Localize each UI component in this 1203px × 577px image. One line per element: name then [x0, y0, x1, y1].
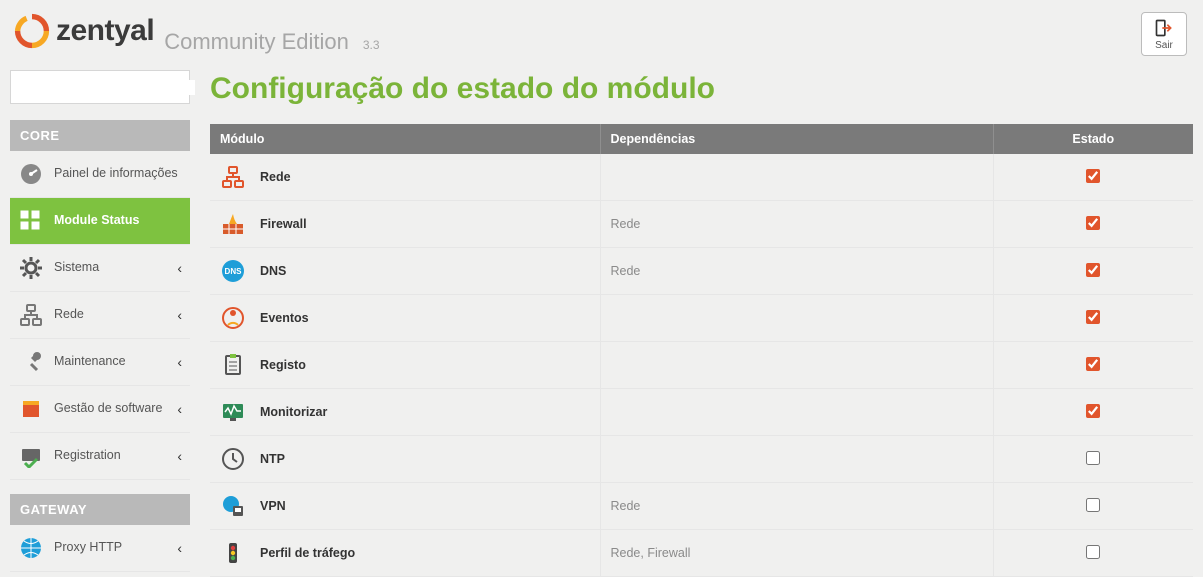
zentyal-logo-icon	[14, 13, 50, 49]
module-enable-checkbox[interactable]	[1086, 451, 1100, 465]
sidebar-item-label: Painel de informações	[54, 166, 178, 182]
sidebar-item-label: Maintenance	[54, 354, 126, 370]
module-name: Monitorizar	[260, 405, 327, 419]
package-icon	[18, 396, 44, 422]
module-enable-checkbox[interactable]	[1086, 310, 1100, 324]
brand-logo: zentyal	[14, 13, 154, 49]
sidebar-item-label: Sistema	[54, 260, 99, 276]
dns-icon	[220, 258, 246, 284]
gear-icon	[18, 255, 44, 281]
sidebar-item[interactable]: Painel de informações	[10, 151, 190, 198]
sidebar-item[interactable]: Gestão de software	[10, 386, 190, 433]
sidebar-item[interactable]: Sistema	[10, 245, 190, 292]
clock-icon	[220, 446, 246, 472]
module-enable-checkbox[interactable]	[1086, 545, 1100, 559]
globe-icon	[18, 535, 44, 561]
table-row: Monitorizar	[210, 389, 1193, 436]
logout-button[interactable]: Sair	[1141, 12, 1187, 56]
search-input[interactable]	[19, 80, 195, 95]
module-enable-checkbox[interactable]	[1086, 263, 1100, 277]
brand-name: zentyal	[56, 14, 154, 48]
gauge-icon	[18, 161, 44, 187]
sidebar-item-label: Proxy HTTP	[54, 540, 122, 556]
sidebar-item[interactable]: Proxy HTTP	[10, 525, 190, 572]
logout-label: Sair	[1155, 40, 1173, 51]
module-name: Firewall	[260, 217, 307, 231]
modules-table: Módulo Dependências Estado Rede Firewall R…	[210, 124, 1193, 577]
module-name: DNS	[260, 264, 286, 278]
network-icon	[18, 302, 44, 328]
table-row: NTP	[210, 436, 1193, 483]
table-row: Perfil de tráfego Rede, Firewall	[210, 530, 1193, 577]
topbar: zentyal Community Edition 3.3 Sair	[0, 0, 1203, 64]
tools-icon	[18, 349, 44, 375]
sidebar: CORE Painel de informações Module Status Si…	[10, 70, 190, 577]
module-enable-checkbox[interactable]	[1086, 216, 1100, 230]
module-name: Registo	[260, 358, 306, 372]
network-icon	[220, 164, 246, 190]
sidebar-item[interactable]: Maintenance	[10, 339, 190, 386]
module-deps	[600, 389, 993, 436]
sidebar-section-header: GATEWAY	[10, 494, 190, 525]
brand-version: 3.3	[363, 38, 380, 52]
brand: zentyal Community Edition 3.3	[14, 13, 380, 55]
sidebar-item-label: Rede	[54, 307, 84, 323]
grid-icon	[18, 208, 44, 234]
module-enable-checkbox[interactable]	[1086, 169, 1100, 183]
table-row: Rede	[210, 154, 1193, 201]
brand-subtitle: Community Edition	[164, 29, 349, 55]
module-enable-checkbox[interactable]	[1086, 498, 1100, 512]
search-box[interactable]	[10, 70, 190, 104]
sidebar-item-label: Module Status	[54, 213, 139, 229]
sidebar-item[interactable]: Module Status	[10, 198, 190, 245]
module-name: VPN	[260, 499, 286, 513]
logout-icon	[1153, 18, 1175, 38]
col-module-header: Módulo	[210, 124, 600, 154]
table-row: Firewall Rede	[210, 201, 1193, 248]
sidebar-item[interactable]: Registration	[10, 433, 190, 480]
monitor-icon	[220, 399, 246, 425]
module-deps: Rede, Firewall	[600, 530, 993, 577]
module-deps: Rede	[600, 483, 993, 530]
module-name: Perfil de tráfego	[260, 546, 355, 560]
col-state-header: Estado	[993, 124, 1193, 154]
events-icon	[220, 305, 246, 331]
module-deps	[600, 342, 993, 389]
module-enable-checkbox[interactable]	[1086, 357, 1100, 371]
module-name: Rede	[260, 170, 291, 184]
sidebar-item-label: Gestão de software	[54, 401, 162, 417]
table-row: DNS Rede	[210, 248, 1193, 295]
table-row: VPN Rede	[210, 483, 1193, 530]
col-deps-header: Dependências	[600, 124, 993, 154]
module-name: Eventos	[260, 311, 309, 325]
module-deps	[600, 436, 993, 483]
register-icon	[18, 443, 44, 469]
sidebar-item-label: Registration	[54, 448, 121, 464]
traffic-icon	[220, 540, 246, 566]
table-row: Registo	[210, 342, 1193, 389]
table-row: Eventos	[210, 295, 1193, 342]
sidebar-item[interactable]: Rede	[10, 292, 190, 339]
log-icon	[220, 352, 246, 378]
module-deps: Rede	[600, 248, 993, 295]
sidebar-section-header: CORE	[10, 120, 190, 151]
vpn-icon	[220, 493, 246, 519]
page-title: Configuração do estado do módulo	[210, 72, 1193, 106]
module-name: NTP	[260, 452, 285, 466]
module-deps	[600, 154, 993, 201]
module-deps	[600, 295, 993, 342]
module-deps: Rede	[600, 201, 993, 248]
main-content: Configuração do estado do módulo Módulo …	[210, 70, 1193, 577]
module-enable-checkbox[interactable]	[1086, 404, 1100, 418]
firewall-icon	[220, 211, 246, 237]
